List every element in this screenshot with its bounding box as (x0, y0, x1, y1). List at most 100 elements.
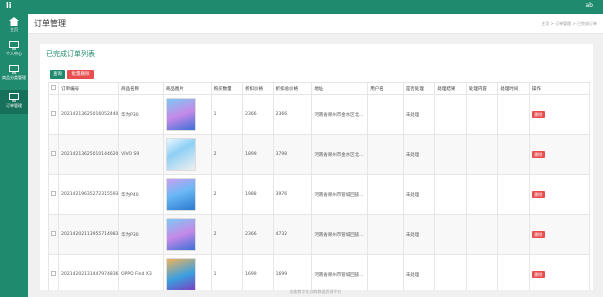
processed-cell: 未处理 (402, 134, 436, 175)
monitor-icon (9, 65, 19, 74)
product-image-cell (162, 254, 212, 290)
home-icon (9, 17, 19, 26)
row-checkbox[interactable] (47, 134, 60, 175)
product-image (165, 218, 196, 251)
processed-cell: 未处理 (402, 94, 436, 135)
product-image-cell (162, 174, 212, 215)
row-checkbox[interactable] (47, 94, 60, 135)
table-row: 20214219635272315593 华为P40 2 1988 3976 河… (47, 174, 591, 215)
sidebar-item-category-management[interactable]: 商品分类管理 (0, 62, 28, 86)
total-cell: 3798 (272, 134, 313, 175)
content-cell (465, 254, 499, 290)
price-cell: 2366 (242, 214, 274, 255)
select-all-checkbox[interactable] (47, 82, 60, 95)
price-cell: 1988 (242, 174, 274, 215)
product-name-cell: VIVO S9 (118, 134, 164, 175)
delete-button[interactable]: 删除 (531, 151, 545, 158)
address-cell: 河南省郑州市金水区北... (311, 134, 369, 175)
actions-cell: 删除 (528, 174, 591, 215)
page-title: 订单管理 (34, 19, 66, 28)
sidebar-item-label: 个人中心 (6, 51, 22, 56)
order-id-cell: 20214213625010144620 (58, 134, 120, 175)
order-id-cell: 20214202113955714983 (58, 214, 120, 255)
breadcrumb: 主页 > 订单管理 > 已完成订单 (541, 21, 597, 26)
actions-cell: 删除 (528, 134, 591, 175)
product-image (165, 258, 196, 290)
time-cell (497, 134, 530, 175)
column-header: 是否处理 (402, 82, 436, 95)
content-cell (465, 214, 499, 255)
sidebar-item-label: 订单管理 (6, 103, 22, 108)
quantity-cell: 2 (210, 174, 244, 215)
username-cell (367, 94, 404, 135)
delete-button[interactable]: 删除 (531, 191, 545, 198)
table-header-row: 订单编号 商品名称 商品图片 购买数量 折扣价格 折扣总价格 地址 用户名 是否… (47, 82, 591, 95)
time-cell (497, 214, 530, 255)
batch-delete-button[interactable]: 批量删除 (67, 70, 94, 79)
total-cell: 3976 (272, 174, 313, 215)
product-image (165, 138, 196, 171)
panel-title: 已完成订单列表 (46, 50, 95, 58)
username-cell (367, 254, 404, 290)
content-cell (465, 134, 499, 175)
product-image (165, 98, 196, 131)
quantity-cell: 2 (210, 214, 244, 255)
order-id-cell: 20214202131447974836 (58, 254, 120, 290)
column-header[interactable]: 折扣总价格 (272, 82, 313, 95)
actions-cell: 删除 (528, 254, 591, 290)
top-bar: li ab (0, 0, 603, 14)
column-header[interactable]: 地址 (311, 82, 369, 95)
sidebar-item-label: 主页 (10, 27, 18, 32)
username-cell (367, 174, 404, 215)
username-cell (367, 134, 404, 175)
sidebar: 主页 个人中心 商品分类管理 订单管理 (0, 14, 28, 297)
column-header: 操作 (528, 82, 591, 95)
time-cell (497, 174, 530, 215)
quantity-cell: 2 (210, 134, 244, 175)
processed-cell: 未处理 (402, 254, 436, 290)
query-button[interactable]: 查询 (50, 70, 65, 79)
time-cell (497, 254, 530, 290)
delete-button[interactable]: 删除 (531, 271, 545, 278)
order-id-cell: 20214213625016052440 (58, 94, 120, 135)
table-row: 20214202113955714983 华为P30 2 2366 4732 河… (47, 214, 591, 255)
column-header: 处理结果 (434, 82, 467, 95)
row-checkbox[interactable] (47, 254, 60, 290)
app-logo: li (6, 1, 12, 10)
row-checkbox[interactable] (47, 214, 60, 255)
sidebar-item-personal-center[interactable]: 个人中心 (0, 38, 28, 62)
processed-cell: 未处理 (402, 174, 436, 215)
time-cell (497, 94, 530, 135)
product-name-cell: 华为P30 (118, 214, 164, 255)
product-image-cell (162, 214, 212, 255)
address-cell: 河南省郑州市管城回族... (311, 174, 369, 215)
total-cell: 2366 (272, 94, 313, 135)
column-header[interactable]: 订单编号 (58, 82, 120, 95)
column-header[interactable]: 购买数量 (210, 82, 244, 95)
column-header[interactable]: 折扣价格 (242, 82, 274, 95)
user-menu[interactable]: ab (586, 2, 594, 9)
username-cell (367, 214, 404, 255)
price-cell: 2366 (242, 94, 274, 135)
table-row: 20214202131447974836 OPPO Find X3 1 1699… (47, 254, 591, 290)
product-name-cell: 华为P30 (118, 94, 164, 135)
sidebar-item-home[interactable]: 主页 (0, 14, 28, 38)
column-header: 商品图片 (162, 82, 212, 95)
column-header[interactable]: 商品名称 (118, 82, 164, 95)
row-checkbox[interactable] (47, 174, 60, 215)
order-table: 订单编号 商品名称 商品图片 购买数量 折扣价格 折扣总价格 地址 用户名 是否… (47, 82, 591, 290)
sidebar-item-order-management[interactable]: 订单管理 (0, 90, 28, 114)
page-footer: 宏能数字化训练数据资源平台 (289, 289, 342, 294)
content-cell (465, 174, 499, 215)
table-row: 20214213625010144620 VIVO S9 2 1899 3798… (47, 134, 591, 175)
product-name-cell: OPPO Find X3 (118, 254, 164, 290)
column-header: 用户名 (367, 82, 404, 95)
monitor-icon (9, 41, 19, 50)
actions-cell: 删除 (528, 94, 591, 135)
quantity-cell: 1 (210, 94, 244, 135)
product-image (165, 178, 196, 211)
delete-button[interactable]: 删除 (531, 111, 545, 118)
result-cell (434, 174, 467, 215)
page-header: 订单管理 主页 > 订单管理 > 已完成订单 (28, 14, 603, 34)
delete-button[interactable]: 删除 (531, 231, 545, 238)
